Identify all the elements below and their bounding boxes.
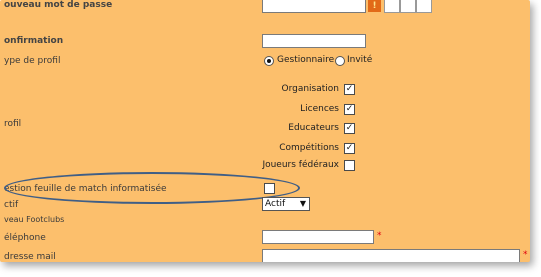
phone-input[interactable] — [262, 230, 374, 244]
confirmation-input[interactable] — [262, 34, 366, 48]
status-select[interactable]: Actif ▼ — [262, 197, 310, 211]
right-competitions-label: Compétitions — [279, 143, 339, 153]
profile-type-label: ype de profil — [4, 56, 61, 66]
footclubs-label: veau Footclubs — [4, 215, 65, 224]
status-label: ctif — [4, 200, 19, 210]
invite-radio[interactable] — [335, 56, 345, 66]
email-input[interactable] — [262, 249, 520, 262]
status-select-value: Actif — [265, 199, 286, 209]
right-organisation-checkbox[interactable]: ✓ — [344, 84, 355, 95]
right-joueurs-federaux-checkbox[interactable] — [344, 160, 355, 171]
right-licences-checkbox[interactable]: ✓ — [344, 104, 355, 115]
right-licences-label: Licences — [300, 104, 339, 114]
email-required-mark: * — [523, 250, 528, 260]
password-warning-icon: ! — [368, 0, 381, 12]
confirmation-label: onfirmation — [4, 36, 64, 46]
right-educateurs-label: Educateurs — [288, 123, 339, 133]
email-label: dresse mail — [4, 252, 56, 262]
highlight-ellipse — [4, 172, 300, 204]
password-strength-segment-1 — [384, 0, 400, 13]
right-joueurs-federaux-label: Joueurs fédéraux — [262, 160, 339, 170]
gestionnaire-label: Gestionnaire — [277, 55, 335, 65]
password-strength-segment-3 — [416, 0, 432, 13]
profil-label: rofil — [4, 119, 22, 129]
password-strength-segment-2 — [400, 0, 416, 13]
right-competitions-checkbox[interactable]: ✓ — [344, 143, 355, 154]
right-organisation-label: Organisation — [281, 84, 339, 94]
new-password-input[interactable] — [262, 0, 366, 13]
gestionnaire-radio[interactable] — [264, 56, 274, 66]
new-password-label: ouveau mot de passe — [4, 0, 113, 10]
right-educateurs-checkbox[interactable]: ✓ — [344, 123, 355, 134]
user-profile-form: ouveau mot de passe ! onfirmation ype de… — [0, 0, 530, 262]
chevron-down-icon: ▼ — [299, 199, 306, 208]
invite-label: Invité — [347, 55, 373, 65]
phone-required-mark: * — [377, 231, 382, 241]
phone-label: éléphone — [4, 233, 46, 243]
